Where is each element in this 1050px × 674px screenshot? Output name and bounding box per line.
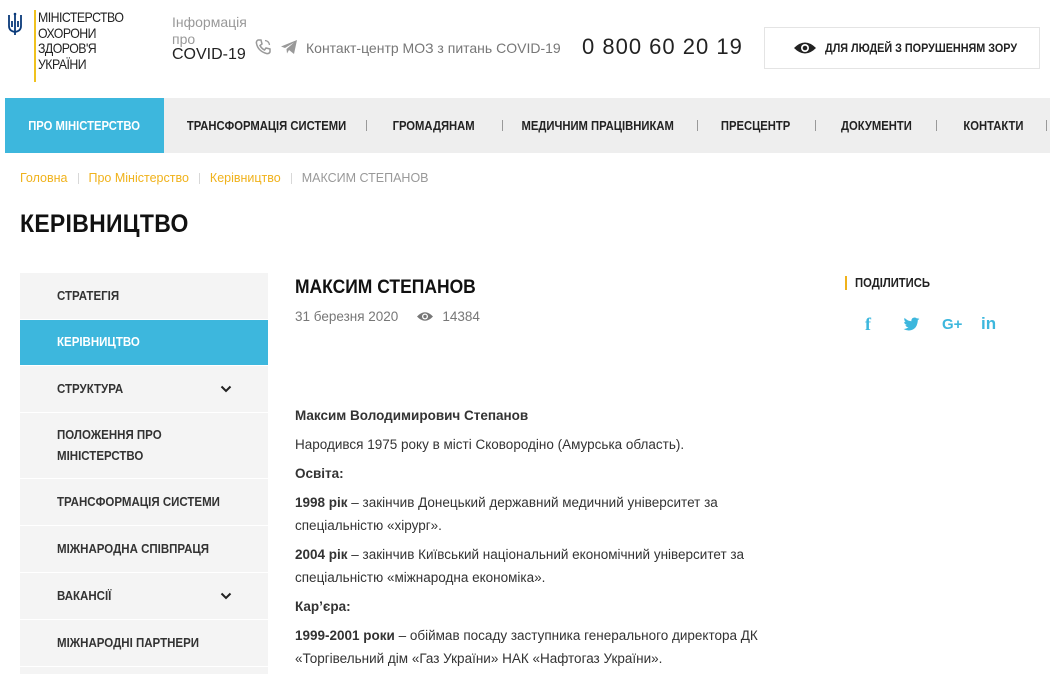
chevron-down-icon[interactable] [220, 385, 232, 393]
phone-icon[interactable] [254, 38, 272, 56]
sidebar-item-structure[interactable]: Структура [20, 366, 268, 413]
nav-separator [366, 120, 367, 131]
career-entry: 1999-2001 роки – обіймав посаду заступни… [295, 624, 795, 670]
nav-item-citizens[interactable]: Громадянам [379, 98, 489, 153]
logo-line-1: Міністерство [38, 9, 124, 25]
education-text: – закінчив Донецький державний медичний … [295, 495, 718, 533]
sidebar-item-international-cooperation[interactable]: Міжнародна співпраця [20, 526, 268, 573]
full-name: Максим Володимирович Степанов [295, 408, 529, 423]
article-views: 14384 [442, 309, 480, 324]
eye-icon [794, 42, 816, 54]
vision-impaired-button[interactable]: Для людей з порушенням зору [764, 27, 1040, 69]
breadcrumb-home[interactable]: Головна [20, 171, 68, 185]
breadcrumb-separator [290, 172, 292, 184]
covid-info-line-1: Інформація [172, 14, 247, 30]
nav-item-contacts[interactable]: Контакти [953, 98, 1033, 153]
twitter-icon[interactable] [903, 317, 920, 331]
nav-item-transformation[interactable]: Трансформація системи [181, 98, 353, 153]
breadcrumb-separator [198, 172, 200, 184]
logo-line-2: охорони [38, 24, 97, 41]
sidebar-item-international-partners[interactable]: Міжнародні партнери [20, 620, 268, 667]
main-nav: Про Міністерство Трансформація системи Г… [5, 98, 1050, 153]
facebook-icon[interactable]: f [865, 314, 871, 334]
linkedin-icon[interactable]: in [981, 314, 996, 334]
trident-icon [8, 12, 22, 35]
covid-info-line-3: COVID-19 [172, 46, 246, 63]
contact-center-text: Контакт-центр МОЗ з питань COVID-19 [306, 40, 561, 56]
sidebar-menu: Стратегія Керівництво Структура Положенн… [20, 273, 268, 674]
sidebar-item-transformation[interactable]: Трансформація системи [20, 479, 268, 526]
article-body: Максим Володимирович Степанов Народився … [295, 404, 795, 674]
sidebar-item-strategy[interactable]: Стратегія [20, 273, 268, 320]
nav-separator [815, 120, 816, 131]
share-title: Поділитись [845, 276, 938, 290]
page-title: Керівництво [20, 210, 189, 238]
logo-line-4: України [38, 55, 87, 72]
chevron-down-icon[interactable] [220, 592, 232, 600]
logo-line-3: здоров'я [38, 40, 97, 56]
nav-separator [697, 120, 698, 131]
sidebar-item-leadership[interactable]: Керівництво [20, 320, 268, 366]
nav-separator [936, 120, 937, 131]
breadcrumb-leadership[interactable]: Керівництво [210, 171, 281, 185]
breadcrumb-current: МАКСИМ СТЕПАНОВ [301, 171, 429, 185]
breadcrumb-about[interactable]: Про Міністерство [89, 171, 189, 185]
covid-info-line-2: про [172, 30, 196, 47]
sidebar-item-vacancies[interactable]: Вакансії [20, 573, 268, 620]
hotline-number[interactable]: 0 800 60 20 19 [582, 34, 743, 60]
covid-info-link[interactable]: Інформація про COVID-19 [172, 14, 252, 64]
nav-item-medical-workers[interactable]: Медичним працівникам [513, 98, 683, 153]
eye-icon [417, 312, 434, 321]
vision-button-label: Для людей з порушенням зору [825, 41, 1018, 55]
share-icons: f G+ in [859, 314, 1009, 334]
career-years: 1999-2001 роки [295, 628, 395, 643]
google-plus-icon[interactable]: G+ [942, 314, 962, 334]
nav-item-press-center[interactable]: Пресцентр [713, 98, 799, 153]
nav-item-about[interactable]: Про Міністерство [5, 98, 164, 153]
article-title: Максим Степанов [295, 277, 476, 298]
site-header: Міністерство охорони здоров'я України Ін… [0, 0, 1050, 98]
education-entry: 2004 рік – закінчив Київський національн… [295, 543, 795, 589]
breadcrumb-separator [77, 172, 79, 184]
career-heading: Кар’єра: [295, 599, 351, 614]
share-title-accent [845, 276, 847, 290]
logo-divider [34, 10, 36, 82]
nav-item-documents[interactable]: Документи [831, 98, 921, 153]
share-block: Поділитись f G+ in [845, 276, 996, 334]
telegram-icon[interactable] [280, 39, 298, 55]
moz-logo[interactable]: Міністерство охорони здоров'я України [6, 9, 126, 82]
article-meta: 31 березня 2020 14384 [295, 309, 480, 324]
education-year: 1998 рік [295, 495, 348, 510]
education-year: 2004 рік [295, 547, 348, 562]
logo-wordmark: Міністерство охорони здоров'я України [38, 9, 135, 72]
education-text: – закінчив Київський національний економ… [295, 547, 745, 585]
nav-separator [1046, 120, 1047, 131]
article-date: 31 березня 2020 [295, 309, 399, 324]
breadcrumb: Головна Про Міністерство Керівництво МАК… [20, 171, 429, 185]
education-heading: Освіта: [295, 466, 344, 481]
birth-info: Народився 1975 року в місті Сковородіно … [295, 437, 685, 452]
sidebar-item-regulations[interactable]: Положення про Міністерство [20, 413, 268, 479]
nav-separator [502, 120, 503, 131]
education-entry: 1998 рік – закінчив Донецький державний … [295, 491, 795, 537]
